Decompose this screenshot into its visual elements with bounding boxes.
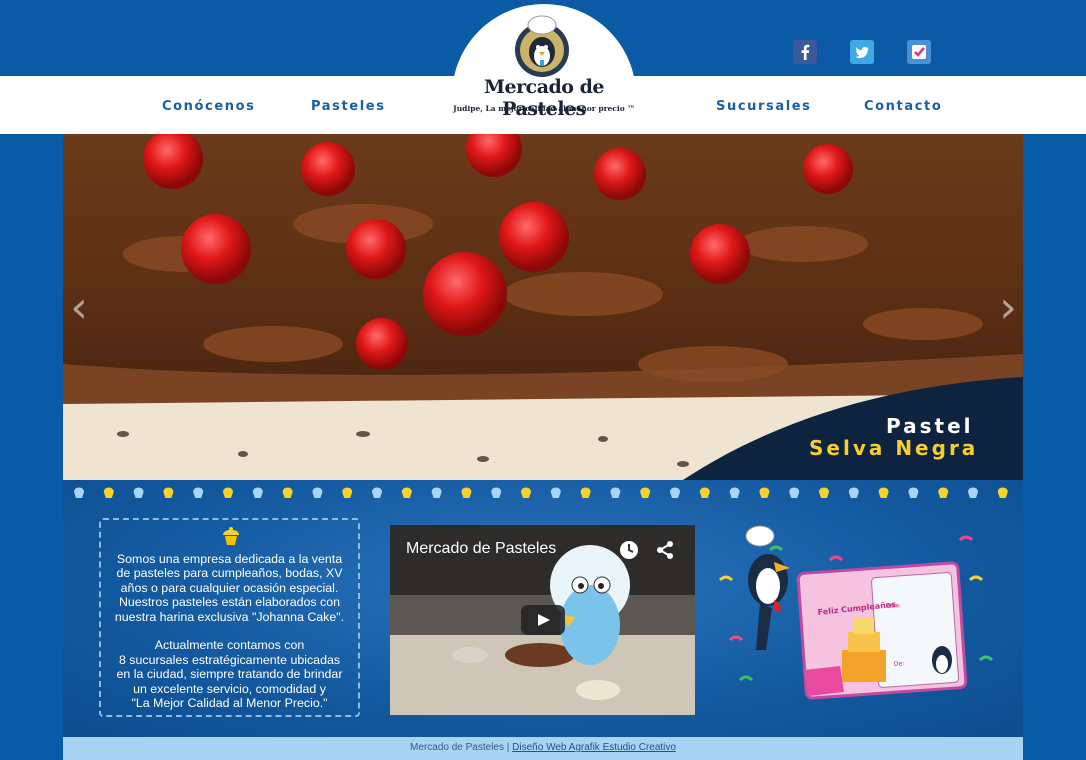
divider-cupcake xyxy=(521,487,531,498)
footer: Mercado de Pasteles | Diseño Web Agrafik… xyxy=(63,737,1023,760)
logo-name: Mercado de Pasteles xyxy=(484,76,604,120)
about-box: Somos una empresa dedicada a la venta de… xyxy=(99,518,360,717)
divider-cupcake xyxy=(461,487,472,498)
divider-cupcake xyxy=(789,487,800,498)
facebook-icon[interactable] xyxy=(793,40,817,64)
slide-caption-line2: Selva Negra xyxy=(809,436,979,460)
divider-cupcake xyxy=(223,487,233,498)
footer-separator: | xyxy=(504,742,513,753)
hero-slider[interactable] xyxy=(63,134,1023,480)
nav-pasteles[interactable]: Pasteles xyxy=(311,99,386,114)
cake-photo xyxy=(63,134,1023,480)
divider-cupcake xyxy=(938,487,949,498)
divider-cupcake xyxy=(819,487,829,498)
divider-cupcake xyxy=(133,487,144,498)
divider-cupcake xyxy=(491,487,502,498)
divider-cupcake xyxy=(74,487,84,498)
divider-cupcake xyxy=(759,487,770,498)
divider-cupcake xyxy=(193,487,204,498)
divider-cupcake xyxy=(848,487,859,498)
nav-sucursales[interactable]: Sucursales xyxy=(716,99,812,114)
card-para-label: Para: xyxy=(886,602,902,610)
logo-tagline: Judipe, La mejor calidad al menor precio… xyxy=(453,104,635,113)
divider-cupcake xyxy=(372,487,382,498)
cupcake-divider xyxy=(74,487,1008,498)
cupcake-icon xyxy=(223,527,239,545)
slider-next-arrow[interactable]: › xyxy=(993,270,1023,345)
divider-cupcake xyxy=(163,487,174,498)
divider-cupcake xyxy=(670,487,680,498)
foursquare-icon[interactable] xyxy=(907,40,931,64)
youtube-video[interactable]: Mercado de Pasteles xyxy=(390,525,695,715)
divider-cupcake xyxy=(103,487,114,498)
nav-conocenos[interactable]: Conócenos xyxy=(162,99,256,114)
nav-contacto[interactable]: Contacto xyxy=(864,99,942,114)
penguin-chef-icon xyxy=(515,15,569,77)
divider-cupcake xyxy=(252,487,263,498)
video-title: Mercado de Pasteles xyxy=(406,540,557,557)
play-icon[interactable] xyxy=(521,605,565,635)
divider-cupcake xyxy=(699,487,710,498)
divider-cupcake xyxy=(282,487,293,498)
divider-cupcake xyxy=(968,487,978,498)
divider-cupcake xyxy=(342,487,353,498)
twitter-icon[interactable] xyxy=(850,40,874,64)
divider-cupcake xyxy=(997,487,1008,498)
birthday-card-illustration: Feliz Cumpleaños Para: De: xyxy=(718,525,994,700)
card-de-label: De: xyxy=(894,660,905,668)
divider-cupcake xyxy=(908,487,919,498)
divider-cupcake xyxy=(610,487,621,498)
divider-cupcake xyxy=(640,487,651,498)
about-text: Somos una empresa dedicada a la venta de… xyxy=(114,552,345,711)
birthday-promo[interactable]: Feliz Cumpleaños Para: De: xyxy=(710,520,1000,710)
footer-site-name: Mercado de Pasteles xyxy=(410,742,504,753)
slide-caption-line1: Pastel xyxy=(886,414,974,438)
divider-cupcake xyxy=(580,487,591,498)
divider-cupcake xyxy=(729,487,740,498)
divider-cupcake xyxy=(312,487,323,498)
divider-cupcake xyxy=(878,487,889,498)
divider-cupcake xyxy=(431,487,442,498)
share-icon[interactable] xyxy=(654,539,676,561)
footer-text: Mercado de Pasteles | Diseño Web Agrafik… xyxy=(63,742,1023,753)
footer-credit-link[interactable]: Diseño Web Agrafik Estudio Creativo xyxy=(512,742,676,753)
slider-prev-arrow[interactable]: ‹ xyxy=(64,270,94,345)
watch-later-icon[interactable] xyxy=(618,539,640,561)
divider-cupcake xyxy=(550,487,561,498)
divider-cupcake xyxy=(401,487,412,498)
